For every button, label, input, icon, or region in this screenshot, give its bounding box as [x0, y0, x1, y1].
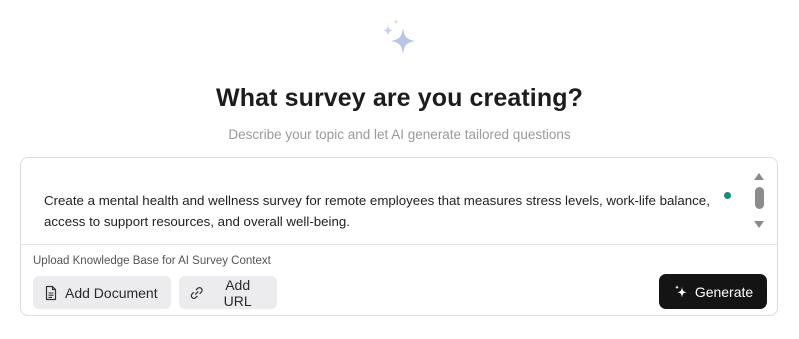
knowledge-base-label: Upload Knowledge Base for AI Survey Cont… — [33, 255, 271, 267]
survey-creator: What survey are you creating? Describe y… — [0, 0, 799, 339]
document-icon — [45, 285, 57, 300]
page-subtitle: Describe your topic and let AI generate … — [228, 127, 571, 142]
prompt-textarea[interactable]: Create a mental health and wellness surv… — [21, 158, 777, 245]
link-icon — [190, 286, 203, 299]
add-document-label: Add Document — [65, 284, 158, 301]
sparkle-icon — [674, 284, 687, 298]
scrollbar-thumb[interactable] — [755, 187, 764, 209]
prompt-text[interactable]: Create a mental health and wellness surv… — [44, 190, 744, 232]
prompt-card: Create a mental health and wellness surv… — [20, 157, 778, 316]
add-url-label: Add URL — [223, 276, 252, 309]
sparkle-icon — [383, 19, 415, 54]
generate-label: Generate — [694, 283, 754, 300]
generate-button[interactable]: Generate — [659, 274, 767, 309]
scroll-down-arrow[interactable] — [754, 221, 764, 228]
add-document-button[interactable]: Add Document — [33, 276, 171, 309]
status-dot — [724, 192, 731, 199]
add-url-button[interactable]: Add URL — [179, 276, 277, 309]
page-title: What survey are you creating? — [216, 84, 583, 112]
scroll-up-arrow[interactable] — [754, 173, 764, 180]
